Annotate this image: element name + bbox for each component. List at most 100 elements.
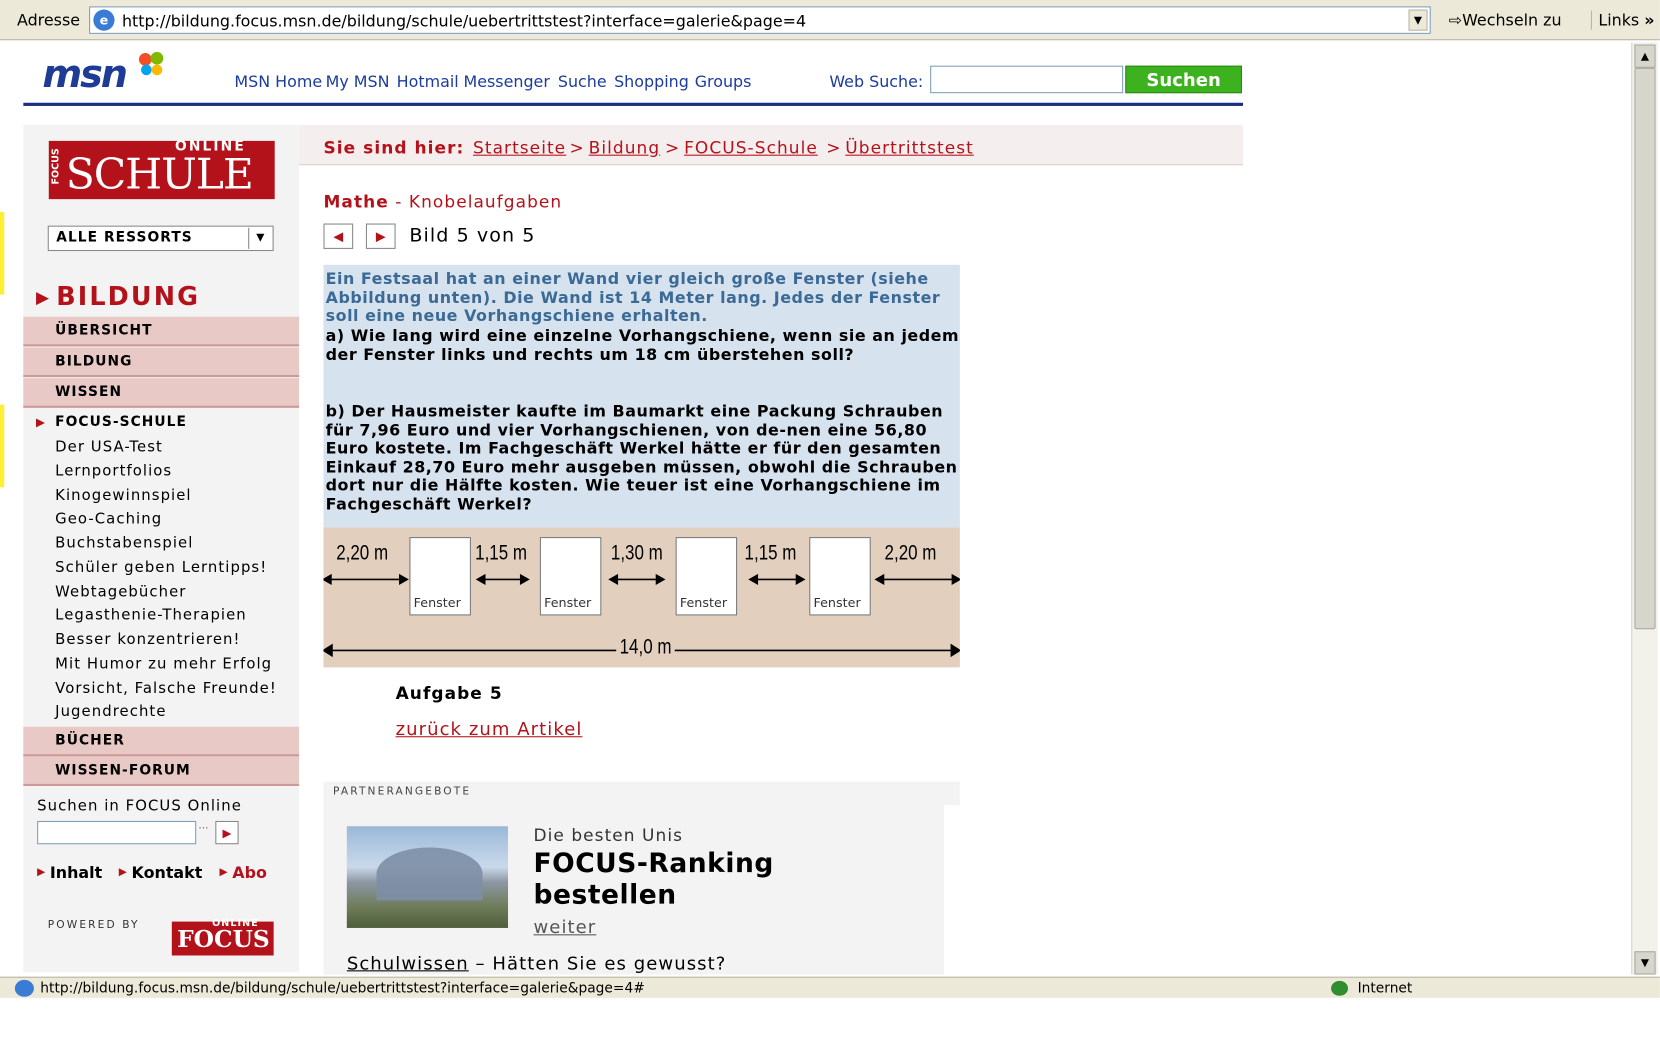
status-zone: Internet bbox=[1357, 980, 1413, 997]
sidebar-link[interactable]: Mit Humor zu mehr Erfolg bbox=[55, 656, 272, 673]
breadcrumb-link[interactable]: Bildung bbox=[589, 138, 661, 158]
highlight-marker bbox=[0, 211, 5, 295]
schulwissen-rest: – Hätten Sie es gewusst? bbox=[468, 953, 727, 975]
triangle-right-icon: ▶ bbox=[37, 866, 46, 879]
sidebar-link[interactable]: Geo-Caching bbox=[55, 511, 162, 528]
search-go-button[interactable]: ▶ bbox=[215, 820, 239, 845]
sidebar-link[interactable]: Buchstabenspiel bbox=[55, 535, 193, 552]
websearch-input[interactable] bbox=[930, 65, 1124, 94]
partner-more-link[interactable]: weiter bbox=[533, 917, 596, 938]
search-button[interactable]: Suchen bbox=[1125, 65, 1242, 94]
breadcrumb-separator: > bbox=[826, 137, 841, 158]
dimension-label: 2,20 m bbox=[884, 541, 937, 565]
breadcrumb-label: Sie sind hier: bbox=[323, 137, 465, 158]
schulwissen-link[interactable]: Schulwissen bbox=[347, 953, 469, 974]
nav-shopping[interactable]: Shopping bbox=[614, 72, 689, 91]
chevron-down-icon[interactable]: ▼ bbox=[248, 227, 271, 249]
gallery-title: Mathe - Knobelaufgaben bbox=[323, 192, 562, 212]
sidebar-link[interactable]: Legasthenie-Therapien bbox=[55, 607, 247, 624]
sidebar-item-focus-schule[interactable]: FOCUS-SCHULE bbox=[55, 414, 187, 430]
breadcrumb-link[interactable]: FOCUS-Schule bbox=[684, 138, 818, 158]
sidebar-item-label: BILDUNG bbox=[55, 353, 133, 370]
ressorts-value: ALLE RESSORTS bbox=[56, 229, 193, 246]
go-button[interactable]: ⇨Wechseln zu bbox=[1449, 11, 1562, 30]
dimension-label: 2,20 m bbox=[336, 541, 389, 565]
address-label: Adresse bbox=[16, 10, 81, 30]
sidebar-link[interactable]: Lernportfolios bbox=[55, 463, 172, 480]
breadcrumb-separator: > bbox=[569, 137, 584, 158]
sidebar-link[interactable]: Vorsicht, Falsche Freunde! bbox=[55, 680, 277, 697]
prev-image-button[interactable]: ◀ bbox=[323, 223, 354, 249]
dimension-label: 1,15 m bbox=[744, 541, 797, 565]
building-shape bbox=[376, 847, 483, 901]
sidebar-item-label: WISSEN bbox=[55, 384, 123, 401]
triangle-right-icon: ▶ bbox=[118, 866, 127, 879]
status-url: http://bildung.focus.msn.de/bildung/schu… bbox=[40, 980, 645, 997]
focus-logo-text: FOCUS bbox=[177, 925, 270, 954]
chevron-right-icon: » bbox=[1644, 10, 1655, 30]
sidebar-link[interactable]: Der USA-Test bbox=[55, 439, 163, 456]
logo-schule-text: SCHULE bbox=[65, 150, 254, 200]
triangle-right-icon: ▶ bbox=[36, 415, 46, 430]
task-b-text: b) Der Hausmeister kaufte im Baumarkt ei… bbox=[325, 401, 958, 514]
sidebar-item-label: ÜBERSICHT bbox=[55, 323, 153, 339]
msn-butterfly-icon bbox=[138, 51, 164, 76]
schulwissen-teaser: Schulwissen – Hätten Sie es gewusst? bbox=[347, 953, 727, 974]
logo-focus-text: FOCUS bbox=[50, 148, 62, 185]
nav-messenger[interactable]: Messenger bbox=[463, 72, 549, 91]
websearch-label: Web Suche: bbox=[829, 72, 924, 92]
go-label: Wechseln zu bbox=[1462, 10, 1562, 30]
nav-my-msn[interactable]: My MSN bbox=[326, 72, 390, 91]
nav-msn-home[interactable]: MSN Home bbox=[234, 72, 322, 91]
footer-link-abo[interactable]: Abo bbox=[232, 863, 267, 882]
sidebar-link[interactable]: Jugendrechte bbox=[55, 703, 166, 720]
focus-logo-online-text: ONLINE bbox=[212, 918, 259, 930]
scroll-down-icon[interactable]: ▼ bbox=[1634, 951, 1656, 975]
section-heading: BILDUNG bbox=[56, 281, 201, 312]
sidebar-item-label: BÜCHER bbox=[55, 733, 125, 749]
page-counter: Bild 5 von 5 bbox=[409, 224, 536, 247]
dimension-label: 1,15 m bbox=[475, 541, 528, 565]
gallery-title-rest: - Knobelaufgaben bbox=[388, 191, 563, 212]
sidebar-item-label: WISSEN-FORUM bbox=[55, 762, 191, 779]
sidebar-link[interactable]: Webtagebücher bbox=[55, 584, 186, 601]
ie-page-icon: e bbox=[93, 9, 115, 31]
partner-title[interactable]: FOCUS-Ranking bestellen bbox=[533, 847, 851, 911]
go-arrow-icon: ⇨ bbox=[1448, 10, 1463, 30]
scroll-up-icon[interactable]: ▲ bbox=[1634, 44, 1656, 68]
nav-hotmail[interactable]: Hotmail bbox=[397, 72, 459, 91]
ie-page-icon bbox=[14, 979, 34, 997]
focus-search-input[interactable] bbox=[37, 820, 197, 845]
gallery-subject: Mathe bbox=[323, 191, 389, 212]
sidebar-link[interactable]: Schüler geben Lerntipps! bbox=[55, 559, 267, 576]
triangle-right-icon: ▶ bbox=[219, 866, 228, 879]
breadcrumb-separator: > bbox=[664, 137, 680, 158]
powered-by-label: POWERED BY bbox=[47, 919, 140, 932]
globe-icon bbox=[1331, 980, 1349, 996]
footer-link-kontakt[interactable]: Kontakt bbox=[132, 863, 203, 882]
msn-logo[interactable]: msn bbox=[42, 53, 127, 96]
breadcrumb-link[interactable]: Startseite bbox=[473, 138, 566, 158]
task-intro-text: Ein Festsaal hat an einer Wand vier glei… bbox=[325, 269, 941, 326]
highlight-marker bbox=[0, 404, 5, 488]
nav-groups[interactable]: Groups bbox=[695, 72, 752, 91]
address-dropdown-icon[interactable]: ▼ bbox=[1408, 9, 1428, 31]
image-caption: Aufgabe 5 bbox=[395, 683, 503, 704]
partner-kicker: Die besten Unis bbox=[533, 825, 684, 846]
dimension-label: 1,30 m bbox=[610, 541, 663, 565]
links-label: Links bbox=[1598, 10, 1640, 30]
triangle-right-icon: ▶ bbox=[36, 287, 50, 308]
task-a-text: a) Wie lang wird eine einzelne Vorhangsc… bbox=[325, 326, 960, 364]
sidebar-link[interactable]: Kinogewinnspiel bbox=[55, 487, 191, 504]
next-image-button[interactable]: ▶ bbox=[365, 223, 396, 249]
focus-search-label: Suchen in FOCUS Online bbox=[37, 797, 242, 815]
links-button[interactable]: Links » bbox=[1590, 10, 1655, 30]
breadcrumb-link[interactable]: Übertrittstest bbox=[845, 138, 974, 158]
address-url[interactable]: http://bildung.focus.msn.de/bildung/schu… bbox=[122, 12, 806, 31]
sidebar-link[interactable]: Besser konzentrieren! bbox=[55, 631, 240, 648]
back-to-article-link[interactable]: zurück zum Artikel bbox=[396, 719, 583, 740]
nav-suche[interactable]: Suche bbox=[558, 72, 607, 91]
header-divider bbox=[23, 102, 1244, 106]
scrollbar-thumb[interactable] bbox=[1634, 67, 1656, 630]
footer-link-inhalt[interactable]: Inhalt bbox=[50, 863, 102, 882]
